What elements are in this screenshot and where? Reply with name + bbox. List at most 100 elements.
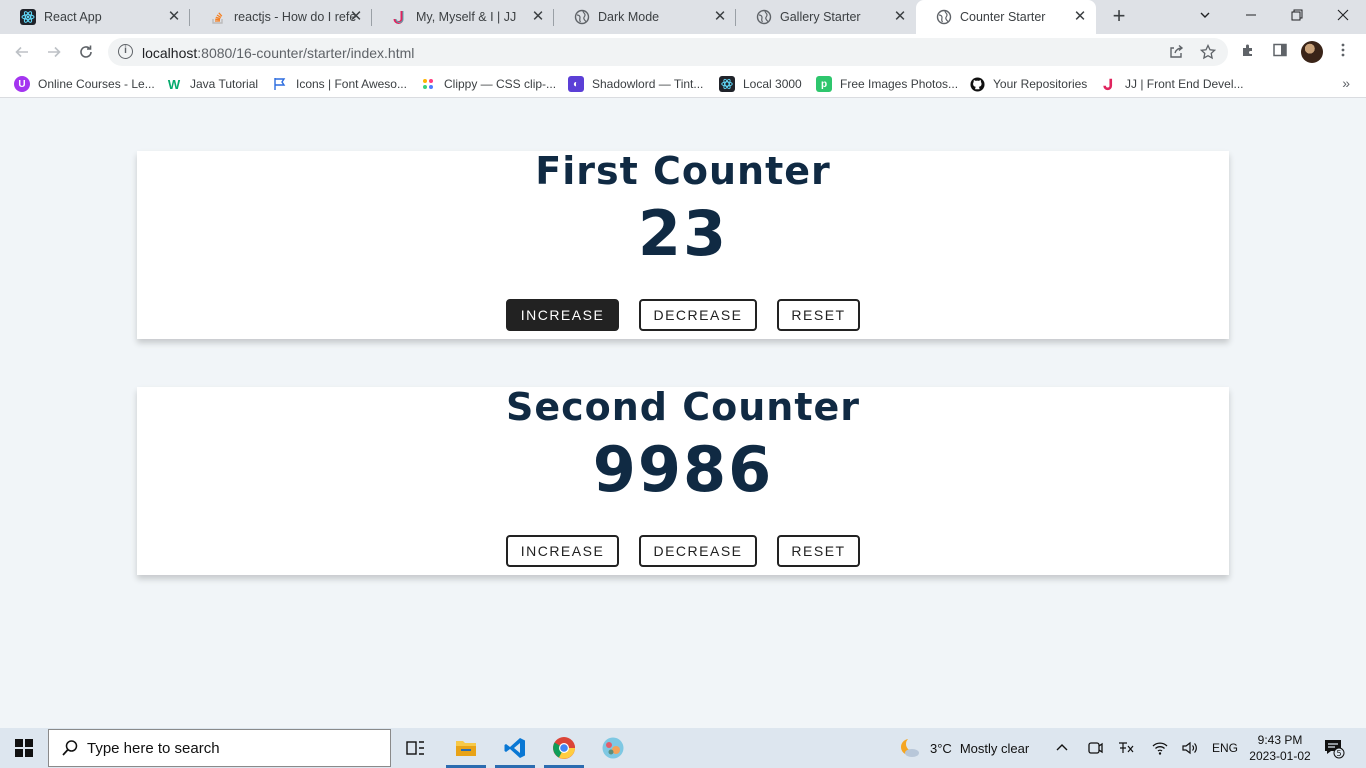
tab-dark-mode[interactable]: Dark Mode ✕ <box>554 0 736 34</box>
tab-stackoverflow[interactable]: reactjs - How do I refe ✕ <box>190 0 372 34</box>
tab-gallery-starter[interactable]: Gallery Starter ✕ <box>736 0 916 34</box>
profile-avatar[interactable] <box>1301 41 1323 63</box>
file-explorer-button[interactable] <box>442 728 490 768</box>
tab-jj[interactable]: My, Myself & I | JJ ✕ <box>372 0 554 34</box>
close-window-button[interactable] <box>1320 0 1366 32</box>
close-icon[interactable]: ✕ <box>892 9 908 25</box>
bookmark-clippy[interactable]: Clippy — CSS clip-... <box>420 75 556 93</box>
bookmark-local-3000[interactable]: Local 3000 <box>719 75 802 93</box>
close-icon[interactable]: ✕ <box>1072 9 1088 25</box>
reload-button[interactable] <box>74 40 98 64</box>
decrease-button[interactable]: DECREASE <box>639 535 757 567</box>
new-tab-button[interactable]: + <box>1108 5 1130 28</box>
bookmarks-overflow-icon[interactable]: » <box>1342 75 1350 91</box>
weather-temp: 3°C <box>930 740 952 756</box>
url-path: :8080/16-counter/starter/index.html <box>197 45 415 61</box>
share-icon[interactable] <box>1166 42 1186 62</box>
menu-kebab-icon[interactable] <box>1333 42 1353 62</box>
increase-button[interactable]: INCREASE <box>506 299 619 331</box>
input-indicator-button[interactable] <box>1117 728 1135 768</box>
close-icon[interactable]: ✕ <box>712 9 728 25</box>
bookmark-font-awesome[interactable]: Icons | Font Aweso... <box>272 75 407 93</box>
windows-icon <box>15 739 33 757</box>
speaker-icon <box>1182 741 1197 755</box>
tab-react-app[interactable]: React App ✕ <box>0 0 190 34</box>
shadowlord-icon: ◐ <box>568 76 584 92</box>
weather-condition: Mostly clear <box>959 740 1030 756</box>
tab-counter-starter[interactable]: Counter Starter ✕ <box>916 0 1096 34</box>
page-viewport: First Counter 23 INCREASE DECREASE RESET… <box>0 99 1366 728</box>
forward-button[interactable] <box>42 40 66 64</box>
bookmark-your-repositories[interactable]: Your Repositories <box>969 75 1087 93</box>
bookmark-java-tutorial[interactable]: W Java Tutorial <box>166 75 258 93</box>
back-button[interactable] <box>10 40 34 64</box>
close-icon[interactable]: ✕ <box>530 9 546 25</box>
bookmark-label: Your Repositories <box>993 77 1088 91</box>
udemy-icon: U <box>14 76 30 92</box>
url-host: localhost <box>142 45 198 61</box>
stackoverflow-icon <box>210 9 226 25</box>
pixabay-icon: p <box>816 76 832 92</box>
bookmark-jj-front-end[interactable]: JJ | Front End Devel... <box>1101 75 1244 93</box>
reset-button[interactable]: RESET <box>777 535 860 567</box>
counter-value: 23 <box>637 197 729 270</box>
network-button[interactable] <box>1152 728 1168 768</box>
app-button[interactable] <box>589 728 637 768</box>
camera-icon <box>1088 742 1103 754</box>
language-indicator[interactable]: ENG <box>1212 728 1238 768</box>
bookmark-label: JJ | Front End Devel... <box>1125 77 1244 91</box>
github-icon <box>969 76 985 92</box>
search-icon <box>61 739 79 757</box>
address-bar[interactable]: i localhost:8080/16-counter/starter/inde… <box>108 38 1228 66</box>
restore-button[interactable] <box>1274 0 1320 32</box>
notifications-button[interactable]: 5 <box>1323 728 1345 768</box>
show-hidden-icons-button[interactable] <box>1055 728 1069 768</box>
bookmark-label: Free Images Photos... <box>840 77 959 91</box>
volume-button[interactable] <box>1181 728 1199 768</box>
bookmark-label: Shadowlord — Tint... <box>592 77 704 91</box>
task-view-icon <box>406 741 424 755</box>
vscode-icon <box>504 738 525 758</box>
globe-icon <box>756 9 772 25</box>
start-button[interactable] <box>0 728 48 768</box>
language-label: ENG <box>1212 741 1239 755</box>
bookmark-label: Icons | Font Aweso... <box>296 77 407 91</box>
bookmark-label: Java Tutorial <box>190 77 259 91</box>
weather-moon-icon <box>901 737 920 757</box>
chrome-button[interactable] <box>540 728 588 768</box>
react-icon <box>20 9 36 25</box>
second-counter-card: Second Counter 9986 INCREASE DECREASE RE… <box>137 387 1229 575</box>
search-input[interactable] <box>87 738 377 758</box>
counter-title: Second Counter <box>505 385 861 429</box>
tab-search-button[interactable] <box>1182 0 1228 32</box>
bookmark-online-courses[interactable]: U Online Courses - Le... <box>14 75 155 93</box>
counter-title: First Counter <box>535 149 831 193</box>
meet-now-button[interactable] <box>1087 728 1103 768</box>
chevron-up-icon <box>1056 744 1068 751</box>
taskbar-clock[interactable]: 9:43 PM 2023-01-02 <box>1240 732 1320 764</box>
react-icon <box>719 76 735 92</box>
clock-time: 9:43 PM <box>1257 733 1303 747</box>
bookmark-star-icon[interactable] <box>1198 42 1218 62</box>
reset-button[interactable]: RESET <box>777 299 860 331</box>
jj-icon <box>392 9 408 25</box>
browser-toolbar: i localhost:8080/16-counter/starter/inde… <box>0 34 1366 70</box>
bookmark-shadowlord[interactable]: ◐ Shadowlord — Tint... <box>568 75 703 93</box>
close-icon[interactable]: ✕ <box>166 9 182 25</box>
extensions-icon[interactable] <box>1238 42 1258 62</box>
minimize-button[interactable] <box>1228 0 1274 32</box>
side-panel-icon[interactable] <box>1270 42 1290 62</box>
close-icon[interactable]: ✕ <box>348 9 364 25</box>
jj-icon <box>1101 76 1117 92</box>
clippy-icon <box>420 76 436 92</box>
info-icon[interactable]: i <box>118 44 133 59</box>
first-counter-card: First Counter 23 INCREASE DECREASE RESET <box>137 151 1229 339</box>
weather-widget[interactable]: 3°C Mostly clear <box>898 728 1029 768</box>
decrease-button[interactable]: DECREASE <box>639 299 757 331</box>
bookmark-free-images[interactable]: p Free Images Photos... <box>816 75 958 93</box>
taskbar-search[interactable] <box>48 729 391 767</box>
increase-button[interactable]: INCREASE <box>506 535 619 567</box>
counter-buttons: INCREASE DECREASE RESET <box>137 535 1229 567</box>
task-view-button[interactable] <box>392 728 440 768</box>
vscode-button[interactable] <box>491 728 539 768</box>
